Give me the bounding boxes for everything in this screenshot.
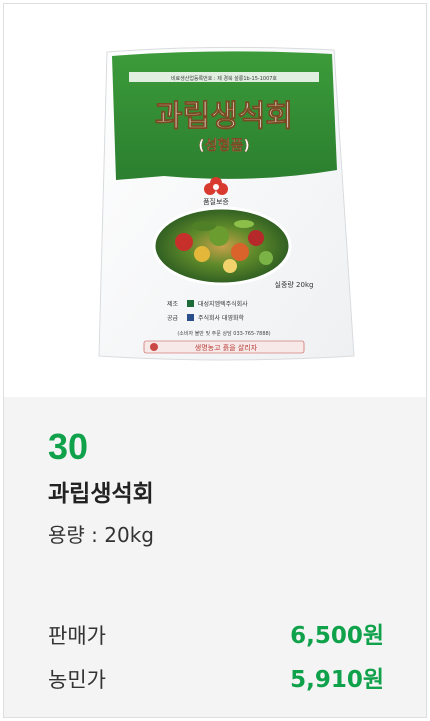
product-rank: 30 xyxy=(48,426,89,467)
product-name[interactable]: 과립생석회 xyxy=(48,479,154,509)
bag-maker-value: 대성지엠텍주식회사 xyxy=(198,300,248,308)
sale-price-row: 판매가 6,500원 xyxy=(48,620,384,652)
farmer-price-label: 농민가 xyxy=(48,668,106,692)
bag-contact-line: (소비자 불만 및 주문 상담 033-765-7888) xyxy=(177,330,270,337)
sale-price-value: 6,500원 xyxy=(290,623,384,649)
bag-title: 과립생석회 xyxy=(155,99,293,134)
maker-logo-icon xyxy=(187,300,194,307)
farmer-price-row: 농민가 5,910원 xyxy=(48,664,384,696)
sale-price-label: 판매가 xyxy=(48,624,106,648)
farmer-price-value: 5,910원 xyxy=(290,667,384,693)
bag-supplier-label: 공급 xyxy=(167,315,179,322)
vegetables-illustration xyxy=(152,206,292,286)
quality-badge-label: 품질보증 xyxy=(203,198,229,206)
product-image[interactable]: 비료생산업등록번호 : 제 경북 설룡1b-15-1007호 과립생석회 (성형… xyxy=(4,4,426,397)
bag-bottom-slogan: 생명농고 흙을 살리자 xyxy=(195,343,258,352)
fertilizer-bag-image: 비료생산업등록번호 : 제 경북 설룡1b-15-1007호 과립생석회 (성형… xyxy=(98,46,355,361)
bag-registration-text: 비료생산업등록번호 : 제 경북 설룡1b-15-1007호 xyxy=(171,75,277,82)
slogan-logo-icon xyxy=(150,343,158,351)
bag-supplier-value: 주식회사 대영화학 xyxy=(198,314,245,322)
bag-maker-label: 제조 xyxy=(167,300,179,308)
supplier-logo-icon xyxy=(187,314,194,321)
bag-net-weight: 실중량 20kg xyxy=(275,280,314,289)
product-capacity: 용량 : 20kg xyxy=(48,523,154,547)
bag-subtitle: (성형품) xyxy=(198,137,249,154)
product-info: 30 과립생석회 용량 : 20kg 판매가 6,500원 농민가 5,910원 xyxy=(4,397,426,717)
product-card[interactable]: 비료생산업등록번호 : 제 경북 설룡1b-15-1007호 과립생석회 (성형… xyxy=(3,3,427,718)
